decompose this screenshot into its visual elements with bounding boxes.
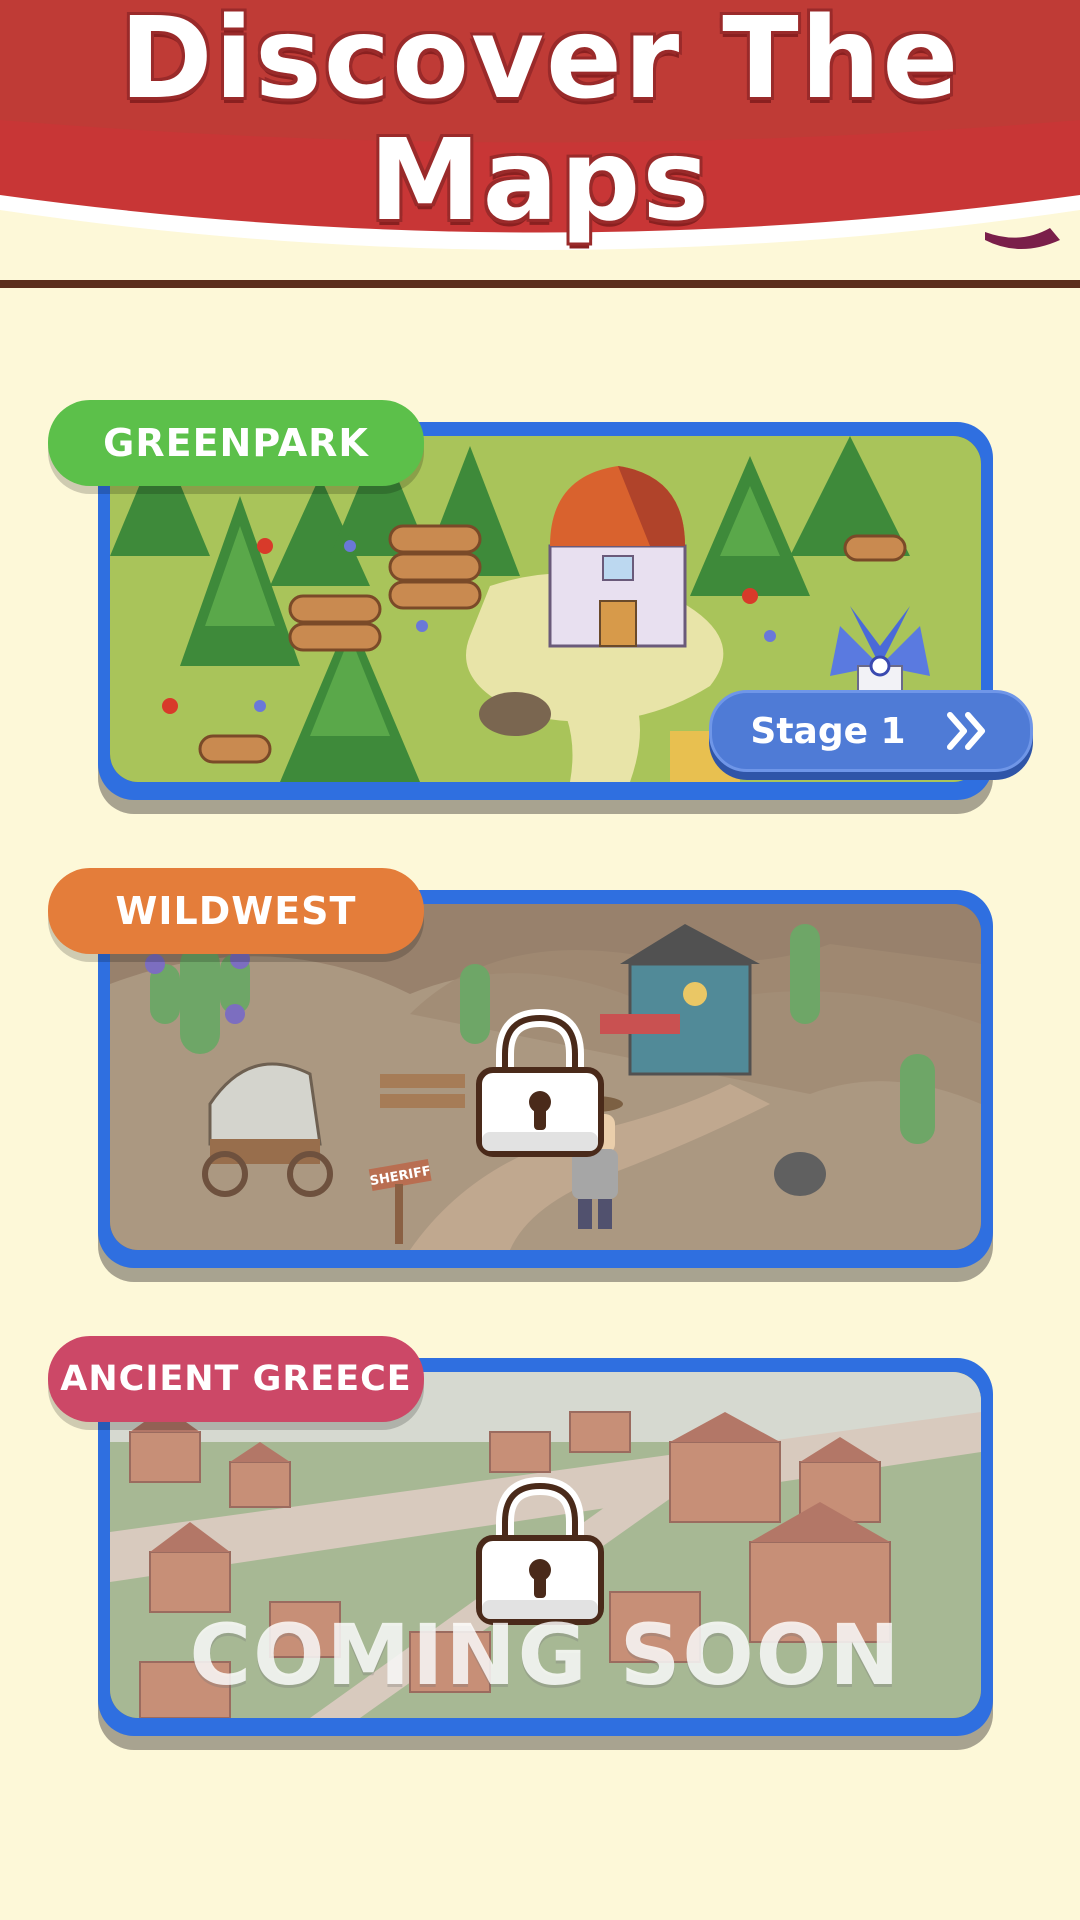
header-divider: [0, 280, 1080, 288]
map-card-ancient-greece[interactable]: ANCIENT GREECE COMING SOON: [48, 1336, 993, 1736]
map-name-tag: WILDWEST: [48, 868, 424, 954]
padlock-icon: [473, 1476, 607, 1626]
map-card-wildwest[interactable]: SHERIFF WILDWEST: [48, 868, 993, 1268]
coming-soon-label: COMING SOON: [189, 1606, 902, 1704]
title-line-1: Discover The: [119, 0, 961, 124]
padlock-icon: [473, 1008, 607, 1158]
header-banner: Discover The Maps: [0, 0, 1080, 290]
double-chevron-right-icon: [944, 711, 992, 751]
stage-1-button[interactable]: Stage 1: [709, 690, 1033, 772]
map-name-tag: GREENPARK: [48, 400, 424, 486]
page-title: Discover The Maps: [0, 0, 1080, 246]
title-line-2: Maps: [369, 116, 711, 246]
map-card-greenpark[interactable]: GREENPARK Stage 1: [48, 400, 1033, 800]
map-name-tag: ANCIENT GREECE: [48, 1336, 424, 1422]
stage-button-label: Stage 1: [750, 710, 906, 752]
